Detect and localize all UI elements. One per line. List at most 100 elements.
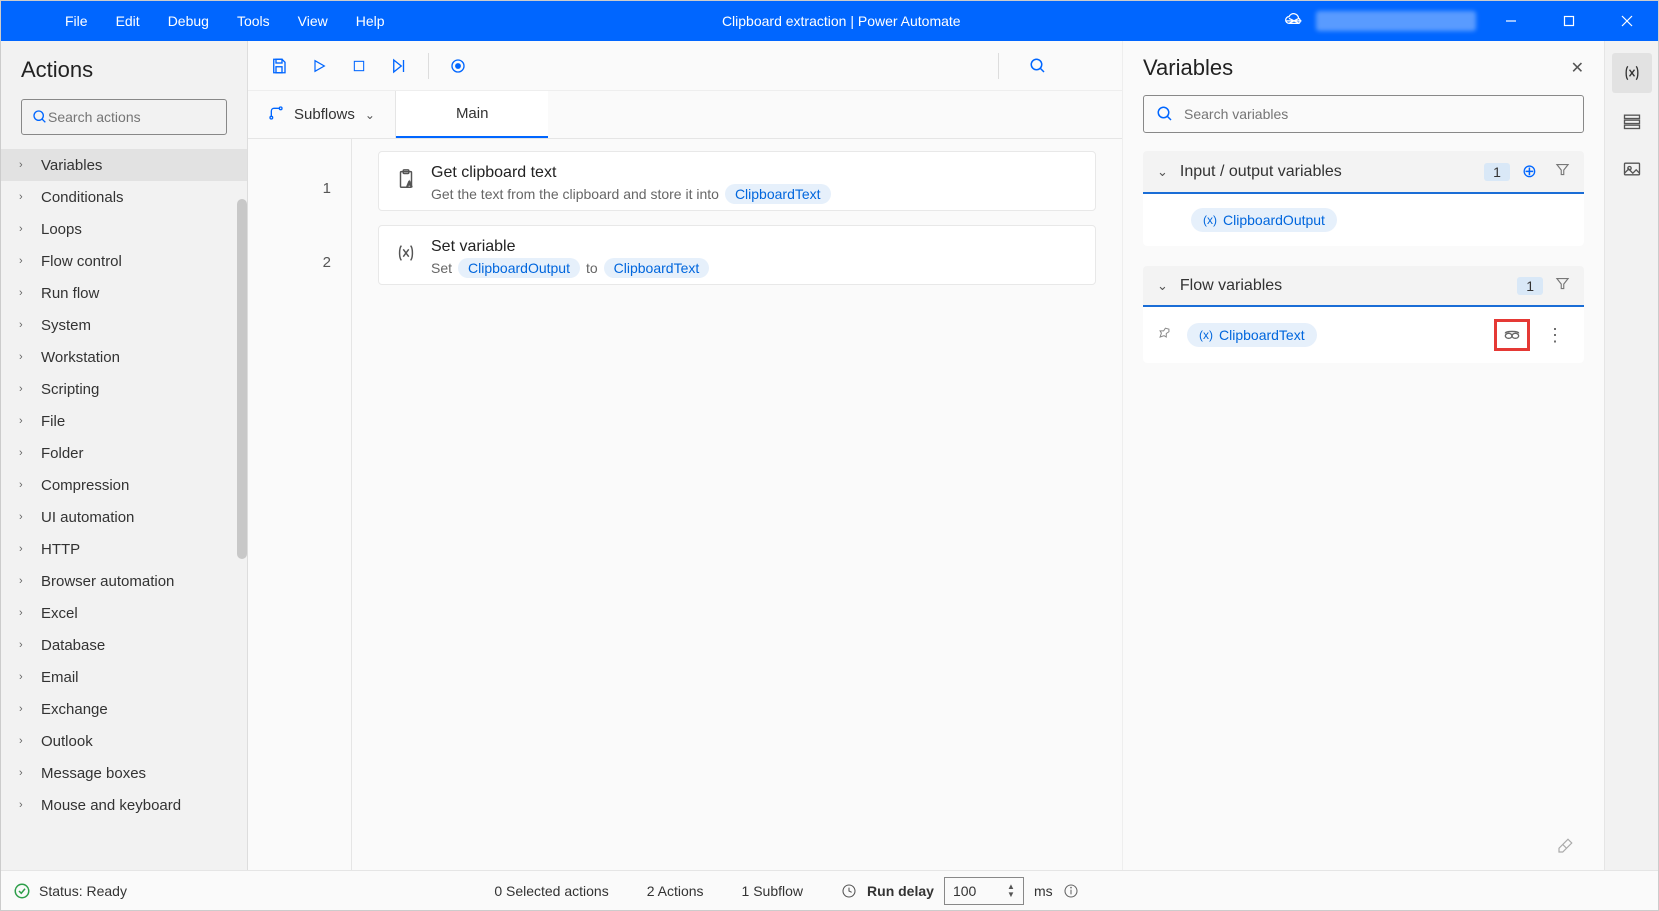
category-workstation[interactable]: ›Workstation xyxy=(1,341,247,373)
run-button[interactable] xyxy=(302,49,336,83)
filter-button[interactable] xyxy=(1555,276,1570,295)
category-folder[interactable]: ›Folder xyxy=(1,437,247,469)
minimize-button[interactable] xyxy=(1488,1,1534,41)
menu-edit[interactable]: Edit xyxy=(102,1,154,41)
actions-category-list[interactable]: ›Variables ›Conditionals ›Loops ›Flow co… xyxy=(1,149,247,870)
flow-canvas: 1 2 A Get clipboard text Get the text fr… xyxy=(248,139,1122,870)
category-outlook[interactable]: ›Outlook xyxy=(1,725,247,757)
category-flow-control[interactable]: ›Flow control xyxy=(1,245,247,277)
add-variable-button[interactable]: ⊕ xyxy=(1522,161,1537,182)
chevron-right-icon: › xyxy=(19,383,33,395)
category-conditionals[interactable]: ›Conditionals xyxy=(1,181,247,213)
chevron-down-icon: ⌄ xyxy=(365,108,375,122)
search-variables-input[interactable] xyxy=(1184,106,1571,122)
actions-header: Actions xyxy=(1,41,247,95)
step-title: Get clipboard text xyxy=(431,164,1079,182)
save-button[interactable] xyxy=(262,49,296,83)
svg-text:A: A xyxy=(407,179,412,188)
search-actions-box[interactable] xyxy=(21,99,227,135)
record-button[interactable] xyxy=(441,49,475,83)
line-number: 1 xyxy=(248,151,351,225)
more-options-button[interactable]: ⋮ xyxy=(1540,325,1570,346)
menu-view[interactable]: View xyxy=(284,1,342,41)
subflow-bar: Subflows ⌄ Main xyxy=(248,91,1122,139)
mark-sensitive-button[interactable] xyxy=(1494,319,1530,351)
category-exchange[interactable]: ›Exchange xyxy=(1,693,247,725)
spinner-buttons[interactable]: ▲▼ xyxy=(1007,883,1015,899)
window-title: Clipboard extraction | Power Automate xyxy=(399,13,1284,29)
filter-button[interactable] xyxy=(1555,162,1570,181)
category-scripting[interactable]: ›Scripting xyxy=(1,373,247,405)
category-run-flow[interactable]: ›Run flow xyxy=(1,277,247,309)
scrollbar-thumb[interactable] xyxy=(237,199,247,559)
flow-variable-row[interactable]: (x)ClipboardText ⋮ xyxy=(1143,307,1584,363)
selected-actions-label: 0 Selected actions xyxy=(494,883,608,899)
rail-variables-button[interactable] xyxy=(1612,53,1652,93)
chevron-right-icon: › xyxy=(19,191,33,203)
account-label[interactable] xyxy=(1316,11,1476,31)
run-delay-label: Run delay xyxy=(867,883,934,899)
steps-list: A Get clipboard text Get the text from t… xyxy=(352,139,1122,870)
search-icon xyxy=(32,109,48,125)
variable-chip[interactable]: (x)ClipboardText xyxy=(1187,323,1317,347)
chevron-right-icon: › xyxy=(19,703,33,715)
chevron-right-icon: › xyxy=(19,767,33,779)
variable-chip[interactable]: (x)ClipboardOutput xyxy=(1191,208,1337,232)
close-panel-button[interactable]: ✕ xyxy=(1571,58,1584,78)
statusbar: Status: Ready 0 Selected actions 2 Actio… xyxy=(1,870,1658,910)
io-variable-row[interactable]: (x)ClipboardOutput xyxy=(1143,194,1584,246)
search-icon xyxy=(1156,105,1174,123)
pin-icon[interactable] xyxy=(1157,326,1177,345)
rail-ui-elements-button[interactable] xyxy=(1612,101,1652,141)
step-button[interactable] xyxy=(382,49,416,83)
category-loops[interactable]: ›Loops xyxy=(1,213,247,245)
close-button[interactable] xyxy=(1604,1,1650,41)
chevron-down-icon: ⌄ xyxy=(1157,278,1168,294)
category-mouse-keyboard[interactable]: ›Mouse and keyboard xyxy=(1,789,247,821)
category-compression[interactable]: ›Compression xyxy=(1,469,247,501)
search-actions-input[interactable] xyxy=(48,109,229,125)
menu-debug[interactable]: Debug xyxy=(154,1,223,41)
right-rail xyxy=(1604,41,1658,870)
chevron-right-icon: › xyxy=(19,159,33,171)
category-file[interactable]: ›File xyxy=(1,405,247,437)
menu-help[interactable]: Help xyxy=(342,1,399,41)
delay-unit-label: ms xyxy=(1034,883,1053,899)
search-flow-button[interactable] xyxy=(1008,49,1068,83)
tab-main[interactable]: Main xyxy=(396,91,549,138)
chevron-right-icon: › xyxy=(19,287,33,299)
category-excel[interactable]: ›Excel xyxy=(1,597,247,629)
toolbar xyxy=(248,41,1122,91)
subflows-dropdown[interactable]: Subflows ⌄ xyxy=(248,91,396,138)
flow-section-header[interactable]: ⌄ Flow variables 1 xyxy=(1143,266,1584,307)
category-database[interactable]: ›Database xyxy=(1,629,247,661)
subflows-label: Subflows xyxy=(294,106,355,123)
category-browser-automation[interactable]: ›Browser automation xyxy=(1,565,247,597)
category-variables[interactable]: ›Variables xyxy=(1,149,247,181)
step-description: Get the text from the clipboard and stor… xyxy=(431,184,1079,204)
maximize-button[interactable] xyxy=(1546,1,1592,41)
step-set-variable[interactable]: Set variable Set ClipboardOutput to Clip… xyxy=(378,225,1096,285)
menu-file[interactable]: File xyxy=(51,1,102,41)
rail-images-button[interactable] xyxy=(1612,149,1652,189)
chevron-right-icon: › xyxy=(19,671,33,683)
run-delay-input[interactable]: 100 ▲▼ xyxy=(944,877,1024,905)
chevron-right-icon: › xyxy=(19,575,33,587)
step-get-clipboard[interactable]: A Get clipboard text Get the text from t… xyxy=(378,151,1096,211)
stop-button[interactable] xyxy=(342,49,376,83)
category-email[interactable]: ›Email xyxy=(1,661,247,693)
chevron-right-icon: › xyxy=(19,735,33,747)
io-section-title: Input / output variables xyxy=(1180,163,1472,181)
category-http[interactable]: ›HTTP xyxy=(1,533,247,565)
chevron-right-icon: › xyxy=(19,351,33,363)
chevron-right-icon: › xyxy=(19,607,33,619)
menu-tools[interactable]: Tools xyxy=(223,1,284,41)
info-icon[interactable] xyxy=(1063,883,1079,899)
category-message-boxes[interactable]: ›Message boxes xyxy=(1,757,247,789)
search-variables-box[interactable] xyxy=(1143,95,1584,133)
step-title: Set variable xyxy=(431,238,1079,256)
io-section-header[interactable]: ⌄ Input / output variables 1 ⊕ xyxy=(1143,151,1584,194)
category-ui-automation[interactable]: ›UI automation xyxy=(1,501,247,533)
category-system[interactable]: ›System xyxy=(1,309,247,341)
clear-variables-button[interactable] xyxy=(1123,837,1604,860)
